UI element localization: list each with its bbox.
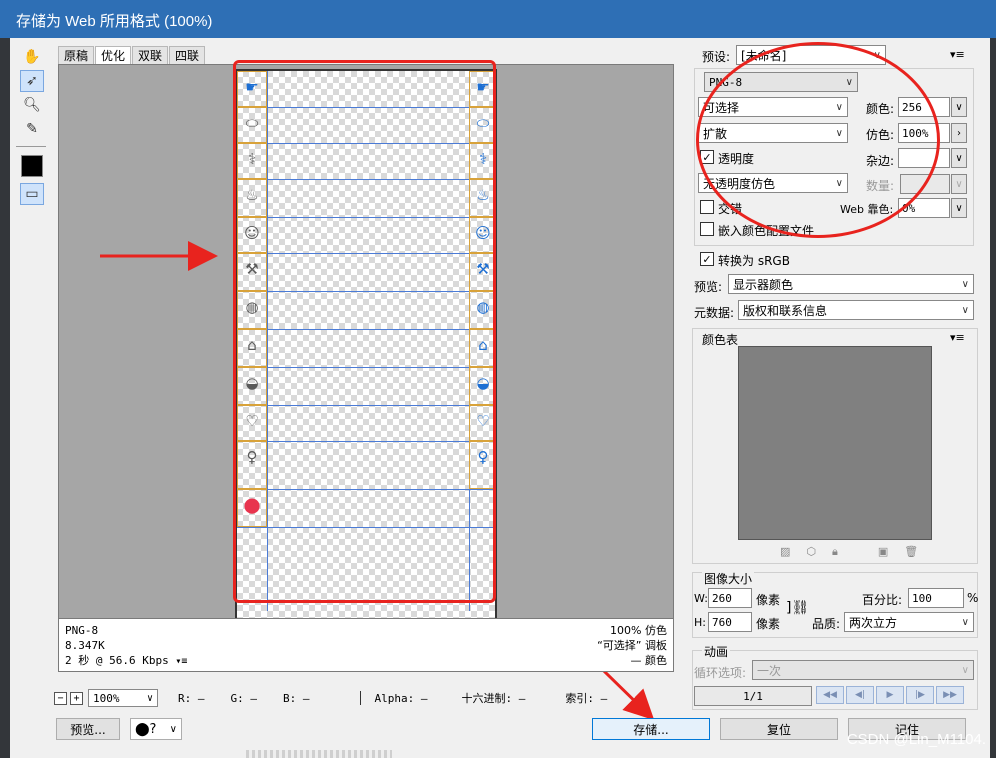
readout-g: G: — bbox=[230, 691, 258, 705]
optimize-menu-icon[interactable]: ▾≡ bbox=[950, 48, 965, 61]
embed-profile-checkbox[interactable] bbox=[700, 222, 714, 236]
convert-srgb-label: 转换为 sRGB bbox=[718, 254, 790, 268]
taskbar-strip bbox=[246, 750, 392, 758]
dither-label: 仿色: bbox=[866, 128, 895, 142]
preset-select[interactable]: [未命名] ∨ bbox=[736, 45, 886, 65]
zoom-select[interactable]: 100% ∨ bbox=[88, 689, 158, 707]
first-frame-icon: ◀◀ bbox=[816, 686, 844, 704]
transparency-label: 透明度 bbox=[718, 152, 755, 166]
width-label: W: bbox=[694, 592, 708, 605]
web-snap-field[interactable]: 0% bbox=[898, 198, 950, 218]
amount-field bbox=[900, 174, 950, 194]
prev-frame-icon: ◀| bbox=[846, 686, 874, 704]
status-bar: − + 100% ∨ R: — G: — B: — Alpha: — 十六进制: … bbox=[54, 688, 684, 708]
colors-field[interactable]: 256 bbox=[898, 97, 950, 117]
preview-label: 预览: bbox=[694, 280, 723, 294]
animation-title: 动画 bbox=[702, 643, 731, 660]
delete-color-icon[interactable]: 🗑︎ bbox=[904, 545, 918, 559]
embed-profile-label: 嵌入颜色配置文件 bbox=[718, 224, 815, 238]
web-snap-label: Web 靠色: bbox=[840, 203, 894, 216]
color-table[interactable] bbox=[738, 346, 932, 540]
percent-label: 百分比: bbox=[862, 593, 903, 607]
browser-icon: ⬤? bbox=[135, 721, 157, 737]
percent-unit: % bbox=[967, 591, 979, 605]
info-size: 8.347K bbox=[65, 639, 105, 652]
color-reduction-select[interactable]: 可选择 ∨ bbox=[698, 97, 848, 117]
readout-r: R: — bbox=[178, 691, 205, 705]
last-frame-icon: ▶▶ bbox=[936, 686, 964, 704]
convert-srgb-checkbox[interactable]: ✓ bbox=[700, 252, 714, 266]
readout-b: B: — bbox=[283, 691, 310, 705]
next-frame-icon: |▶ bbox=[906, 686, 934, 704]
readout-index: 索引: — bbox=[565, 692, 608, 705]
info-format: PNG-8 bbox=[65, 624, 99, 637]
height-unit: 像素 bbox=[756, 617, 781, 631]
colors-label: 颜色: bbox=[866, 102, 895, 116]
readout-alpha: Alpha: — bbox=[374, 691, 428, 705]
frame-counter: 1/1 bbox=[694, 686, 812, 706]
format-select[interactable]: PNG-8 ∨ bbox=[704, 72, 858, 92]
watermark: CSDN @Lin_M1104. bbox=[846, 731, 986, 748]
browser-select[interactable]: ⬤? ∨ bbox=[130, 718, 182, 740]
percent-field[interactable]: 100 bbox=[908, 588, 964, 608]
info-speed: 2 秒 @ 56.6 Kbps bbox=[65, 654, 169, 667]
map-transparent-icon[interactable]: ▨ bbox=[780, 545, 790, 559]
web-snap-dropdown-icon[interactable]: ∨ bbox=[951, 198, 967, 218]
transparency-checkbox[interactable]: ✓ bbox=[700, 150, 714, 164]
speed-menu-icon[interactable]: ▾≡ bbox=[175, 656, 187, 667]
new-color-icon[interactable]: ▣ bbox=[878, 545, 888, 559]
height-label: H: bbox=[694, 616, 706, 629]
status-divider bbox=[359, 691, 361, 705]
interlaced-checkbox[interactable] bbox=[700, 200, 714, 214]
color-table-actions: ▨ ⬡ 🔒︎ ▣ 🗑︎ bbox=[780, 545, 918, 559]
reset-button[interactable]: 复位 bbox=[720, 718, 838, 740]
dither-dropdown-icon[interactable]: › bbox=[951, 123, 967, 143]
web-shift-icon[interactable]: ⬡ bbox=[806, 545, 816, 559]
width-unit: 像素 bbox=[756, 593, 781, 607]
matte-dropdown-icon[interactable]: ∨ bbox=[951, 148, 967, 168]
amount-dropdown-icon: ∨ bbox=[951, 174, 967, 194]
dither-field[interactable]: 100% bbox=[898, 123, 950, 143]
preset-label: 预设: bbox=[702, 50, 731, 64]
zoom-out-button[interactable]: − bbox=[54, 691, 67, 705]
colors-dropdown-icon[interactable]: ∨ bbox=[951, 97, 967, 117]
optimization-info: PNG-8 8.347K 2 秒 @ 56.6 Kbps ▾≡ 100% 仿色 … bbox=[58, 618, 674, 672]
link-proportions-icon[interactable]: ]⛓ bbox=[786, 600, 809, 616]
quality-label: 品质: bbox=[812, 617, 841, 631]
loop-label: 循环选项: bbox=[694, 666, 747, 680]
loop-select: 一次 ∨ bbox=[752, 660, 974, 680]
color-table-title: 颜色表 bbox=[702, 333, 739, 347]
play-icon: ▶ bbox=[876, 686, 904, 704]
matte-label: 杂边: bbox=[866, 154, 895, 168]
readout-hex: 十六进制: — bbox=[461, 692, 526, 705]
transparency-dither-select[interactable]: 无透明度仿色 ∨ bbox=[698, 173, 848, 193]
width-field[interactable]: 260 bbox=[708, 588, 752, 608]
info-dither: 100% 仿色 bbox=[610, 624, 667, 637]
zoom-in-button[interactable]: + bbox=[70, 691, 83, 705]
quality-select[interactable]: 两次立方 ∨ bbox=[844, 612, 974, 632]
height-field[interactable]: 760 bbox=[708, 612, 752, 632]
metadata-label: 元数据: bbox=[694, 306, 735, 320]
info-colors: — 颜色 bbox=[630, 654, 668, 667]
info-palette: “可选择” 调板 bbox=[597, 639, 667, 652]
animation-controls: ◀◀ ◀| ▶ |▶ ▶▶ bbox=[816, 686, 964, 704]
amount-label: 数量: bbox=[866, 179, 895, 193]
matte-field[interactable] bbox=[898, 148, 950, 168]
lock-color-icon[interactable]: 🔒︎ bbox=[832, 545, 838, 559]
interlaced-label: 交错 bbox=[718, 202, 743, 216]
preview-select[interactable]: 显示器颜色 ∨ bbox=[728, 274, 974, 294]
image-size-title: 图像大小 bbox=[702, 570, 755, 587]
dither-algorithm-select[interactable]: 扩散 ∨ bbox=[698, 123, 848, 143]
save-button[interactable]: 存储... bbox=[592, 718, 710, 740]
color-table-menu-icon[interactable]: ▾≡ bbox=[950, 331, 965, 344]
metadata-select[interactable]: 版权和联系信息 ∨ bbox=[738, 300, 974, 320]
preview-button[interactable]: 预览... bbox=[56, 718, 120, 740]
